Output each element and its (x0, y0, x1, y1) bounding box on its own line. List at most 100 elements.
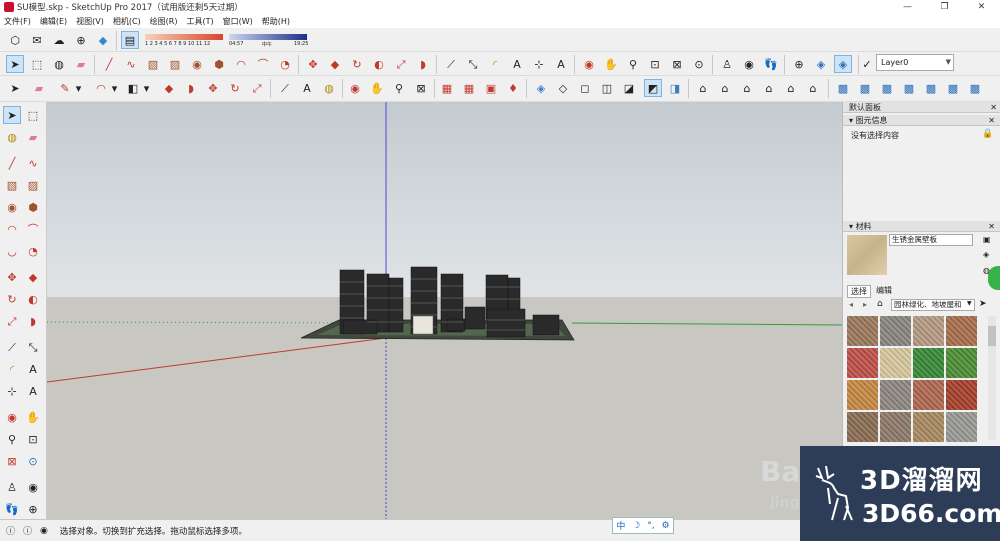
zoom-extents-icon[interactable]: ⊠ (3, 452, 21, 470)
previous-view-icon[interactable]: ⊙ (690, 55, 708, 73)
3d-text-icon[interactable]: A (552, 55, 570, 73)
walk-tool-icon[interactable]: 👣 (3, 500, 21, 518)
material-swatch[interactable] (946, 316, 977, 346)
ime-punctuation-icon[interactable]: °, (647, 521, 654, 531)
get-models-icon[interactable]: ⬡ (6, 31, 24, 49)
tab-edit[interactable]: 编辑 (873, 285, 895, 296)
chevron-down-icon[interactable]: ▾ (74, 79, 83, 97)
shaded-textures-icon[interactable]: ⌂ (760, 79, 778, 97)
ime-language[interactable]: 中 (616, 519, 625, 532)
rotate-tool-icon[interactable]: ↻ (348, 55, 366, 73)
position-camera-icon[interactable]: ♙ (718, 55, 736, 73)
move-tool-icon[interactable]: ✥ (304, 55, 322, 73)
position-camera-icon[interactable]: ♙ (3, 478, 21, 496)
minimize-button[interactable]: — (889, 0, 926, 14)
text-tool-icon[interactable]: A (24, 360, 42, 378)
material-swatch[interactable] (847, 380, 878, 410)
material-swatch[interactable] (880, 316, 911, 346)
material-collection-dropdown[interactable]: 园林绿化、地坡屋和 (891, 299, 975, 311)
right-view-icon[interactable]: ◫ (598, 79, 616, 97)
protractor-icon[interactable]: ◜ (3, 360, 21, 378)
paint-bucket-icon[interactable]: ◍ (3, 128, 21, 146)
menu-tools[interactable]: 工具(T) (187, 16, 214, 27)
rotated-rectangle-icon[interactable]: ▨ (166, 55, 184, 73)
freehand-tool-icon[interactable]: ∿ (122, 55, 140, 73)
material-swatch[interactable] (913, 316, 944, 346)
time-slider[interactable] (229, 34, 307, 40)
pie-tool-icon[interactable]: ◔ (24, 242, 42, 260)
rotated-rectangle-icon[interactable]: ▨ (24, 176, 42, 194)
share-component-icon[interactable]: ▦ (460, 79, 478, 97)
zoom-extents-icon[interactable]: ⊠ (412, 79, 430, 97)
back-edges-icon[interactable]: ⌂ (804, 79, 822, 97)
tape-measure-icon[interactable]: ⟋ (442, 55, 460, 73)
create-material-icon[interactable]: ▣ (983, 235, 991, 244)
line-tool-icon[interactable]: ╱ (3, 154, 21, 172)
warehouse-icon[interactable]: ▦ (438, 79, 456, 97)
rotate-icon[interactable]: ↻ (226, 79, 244, 97)
shape-icon[interactable]: ◧ (124, 79, 142, 97)
tape-measure-icon[interactable]: ⟋ (3, 338, 21, 356)
circle-tool-icon[interactable]: ◉ (188, 55, 206, 73)
tab-select[interactable]: 选择 (847, 285, 871, 298)
zoom-icon[interactable]: ⚲ (390, 79, 408, 97)
extension-warehouse-icon[interactable]: ⊕ (72, 31, 90, 49)
pan-tool-icon[interactable]: ✋ (24, 408, 42, 426)
zoom-extents-icon[interactable]: ⊠ (668, 55, 686, 73)
component-tool-icon[interactable]: ⬚ (24, 106, 42, 124)
offset-tool-icon[interactable]: ◗ (24, 312, 42, 330)
paint-icon[interactable]: ◍ (320, 79, 338, 97)
share-model-icon[interactable]: ✉ (28, 31, 46, 49)
scale-icon[interactable]: ⤢ (248, 79, 266, 97)
zoom-tool-icon[interactable]: ⚲ (624, 55, 642, 73)
orbit-tool-icon[interactable]: ◉ (3, 408, 21, 426)
polygon-tool-icon[interactable]: ⬢ (210, 55, 228, 73)
close-button[interactable]: ✕ (963, 0, 1000, 14)
top-view-icon[interactable]: ◇ (554, 79, 572, 97)
select-arrow-icon[interactable]: ➤ (6, 79, 24, 97)
rotate-tool-icon[interactable]: ↻ (3, 290, 21, 308)
component-tool-icon[interactable]: ⬚ (28, 55, 46, 73)
menu-window[interactable]: 窗口(W) (223, 16, 253, 27)
cloud-upload-icon[interactable]: ☁ (50, 31, 68, 49)
rectangle-tool-icon[interactable]: ▧ (3, 176, 21, 194)
arc-tool-icon[interactable]: ◠ (232, 55, 250, 73)
pan-tool-icon[interactable]: ✋ (602, 55, 620, 73)
material-swatch[interactable] (847, 316, 878, 346)
zoom-window-icon[interactable]: ⊡ (646, 55, 664, 73)
lock-icon[interactable]: 🔒 (982, 129, 993, 139)
two-point-arc-icon[interactable]: ⌒ (254, 55, 272, 73)
menu-camera[interactable]: 相机(C) (113, 16, 141, 27)
front-view-icon[interactable]: ◻ (576, 79, 594, 97)
freehand-tool-icon[interactable]: ∿ (24, 154, 42, 172)
section-plane-icon[interactable]: ⊕ (790, 55, 808, 73)
close-icon[interactable]: ✕ (988, 221, 995, 232)
tape-icon[interactable]: ⟋ (276, 79, 294, 97)
two-point-arc-icon[interactable]: ⌒ (24, 220, 42, 238)
close-icon[interactable]: ✕ (990, 102, 997, 113)
month-slider[interactable] (145, 34, 223, 40)
display-section-icon[interactable]: ◈ (812, 55, 830, 73)
offset-tool-icon[interactable]: ◗ (414, 55, 432, 73)
hidden-line-icon[interactable]: ⌂ (716, 79, 734, 97)
menu-help[interactable]: 帮助(H) (262, 16, 290, 27)
pin-icon[interactable]: ✕ (988, 115, 995, 126)
push-pull-icon[interactable]: ◆ (24, 268, 42, 286)
follow-me-icon[interactable]: ◐ (370, 55, 388, 73)
eraser-icon[interactable]: ▰ (30, 79, 48, 97)
arc-tool-icon[interactable]: ◠ (3, 220, 21, 238)
material-swatch[interactable] (913, 380, 944, 410)
model-viewport[interactable] (47, 102, 842, 519)
material-swatch[interactable] (946, 412, 977, 442)
shaded-icon[interactable]: ⌂ (738, 79, 756, 97)
back-arrow-icon[interactable]: ◂ (849, 300, 853, 309)
walk-tool-icon[interactable]: 👣 (762, 55, 780, 73)
style-1-icon[interactable]: ▩ (834, 79, 852, 97)
eraser-tool-icon[interactable]: ▰ (24, 128, 42, 146)
text-icon[interactable]: A (298, 79, 316, 97)
style-6-icon[interactable]: ▩ (944, 79, 962, 97)
previous-view-icon[interactable]: ⊙ (24, 452, 42, 470)
eraser-tool-icon[interactable]: ▰ (72, 55, 90, 73)
iso-view-icon[interactable]: ◈ (532, 79, 550, 97)
polygon-tool-icon[interactable]: ⬢ (24, 198, 42, 216)
